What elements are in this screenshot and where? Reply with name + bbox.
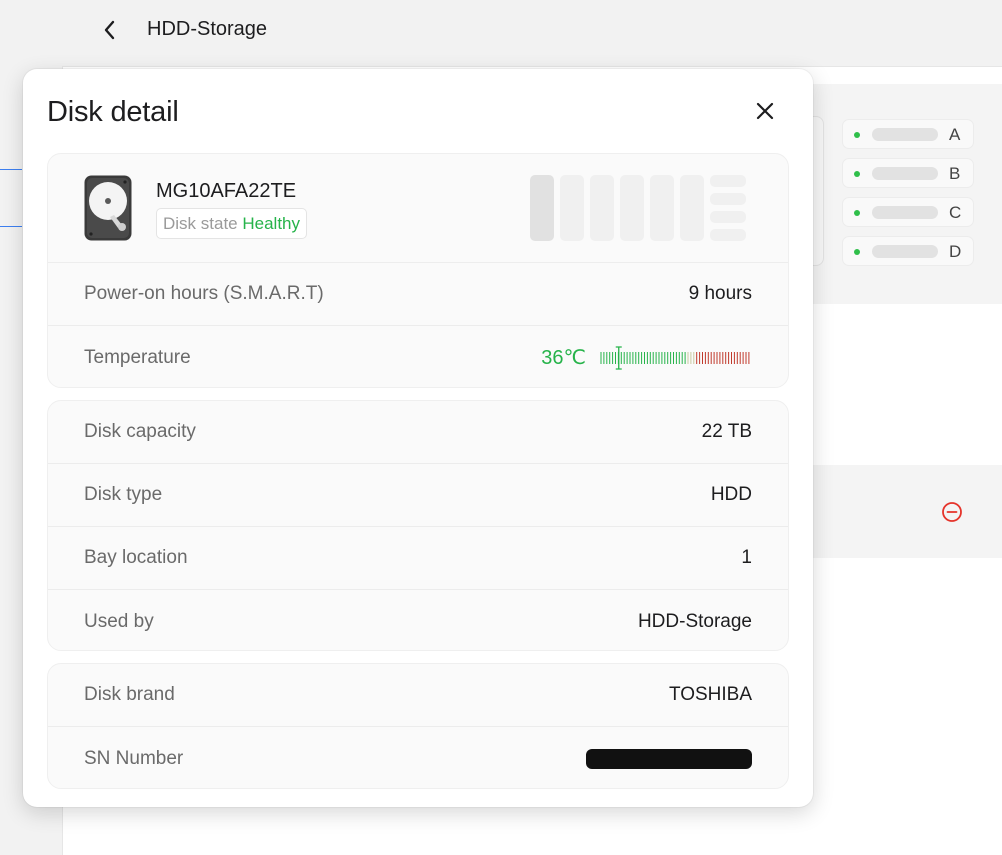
status-dot <box>854 249 860 255</box>
temperature-row: Temperature 36℃ <box>48 326 788 387</box>
disk-state-badge: Disk state Healthy <box>156 208 308 239</box>
bay-location-value: 1 <box>741 547 752 568</box>
bay-position-icon <box>530 175 746 241</box>
used-by-value: HDD-Storage <box>637 610 752 632</box>
temperature-gauge <box>600 345 750 370</box>
status-dot <box>854 210 860 216</box>
power-on-hours-value: 9 hours <box>688 283 752 304</box>
disk-capacity-value: 22 TB <box>701 421 752 442</box>
bay-letter: A <box>949 125 961 144</box>
bay-slot <box>872 206 938 219</box>
dialog-title: Disk detail <box>47 96 179 128</box>
status-dot <box>854 171 860 177</box>
disk-state-label: Disk state <box>163 214 238 233</box>
power-on-hours-label: Power-on hours (S.M.A.R.T) <box>84 283 324 304</box>
top-bar: HDD-Storage <box>0 0 1002 66</box>
bay-row-d[interactable]: D <box>842 236 974 266</box>
close-icon <box>756 102 774 120</box>
disk-identity-card: Disk brand TOSHIBA SN Number <box>47 663 789 789</box>
temperature-display: 36℃ <box>541 345 752 371</box>
disk-brand-row: Disk brand TOSHIBA <box>48 664 788 727</box>
disk-summary: MG10AFA22TE Disk state Healthy <box>48 154 788 263</box>
minus-circle-icon <box>942 502 962 522</box>
disk-capacity-row: Disk capacity 22 TB <box>48 401 788 464</box>
disk-type-value: HDD <box>710 484 752 505</box>
close-button[interactable] <box>749 95 781 127</box>
disk-health-card: MG10AFA22TE Disk state Healthy Power-on … <box>47 153 789 388</box>
sn-number-label: SN Number <box>84 747 184 769</box>
bay-row-c[interactable]: C <box>842 197 974 227</box>
chevron-left-icon <box>104 20 115 40</box>
bay-row-b[interactable]: B <box>842 158 974 188</box>
disk-capacity-label: Disk capacity <box>84 421 196 442</box>
bay-location-label: Bay location <box>84 547 188 568</box>
bay-row-a[interactable]: A <box>842 119 974 149</box>
used-by-row: Used by HDD-Storage <box>48 590 788 650</box>
temperature-value: 36℃ <box>541 347 586 369</box>
disk-spec-card: Disk capacity 22 TB Disk type HDD Bay lo… <box>47 400 789 651</box>
sn-number-row: SN Number <box>48 727 788 788</box>
disk-model: MG10AFA22TE <box>156 180 297 202</box>
bay-slot <box>872 167 938 180</box>
disk-detail-dialog: Disk detail MG10AFA22TE Disk state Healt… <box>23 69 813 807</box>
sn-number-redacted <box>586 748 752 769</box>
disk-type-label: Disk type <box>84 484 163 505</box>
bay-slot <box>872 128 938 141</box>
bay-letter: D <box>949 242 962 261</box>
sidebar-divider <box>0 169 22 170</box>
status-dot <box>854 132 860 138</box>
bay-letter: C <box>949 203 962 222</box>
remove-disk-button[interactable] <box>940 500 964 524</box>
disk-brand-value: TOSHIBA <box>668 684 752 705</box>
used-by-label: Used by <box>84 610 154 632</box>
bay-location-row: Bay location 1 <box>48 527 788 590</box>
power-on-hours-row: Power-on hours (S.M.A.R.T) 9 hours <box>48 263 788 326</box>
disk-state-value: Healthy <box>242 214 301 233</box>
bay-slot <box>872 245 938 258</box>
bay-letter: B <box>949 164 961 183</box>
hard-disk-icon <box>84 175 132 241</box>
back-button[interactable] <box>96 16 124 44</box>
sidebar-divider <box>0 226 22 227</box>
disk-type-row: Disk type HDD <box>48 464 788 527</box>
disk-brand-label: Disk brand <box>84 684 175 705</box>
page-title: HDD-Storage <box>147 18 268 40</box>
temperature-label: Temperature <box>84 346 191 368</box>
